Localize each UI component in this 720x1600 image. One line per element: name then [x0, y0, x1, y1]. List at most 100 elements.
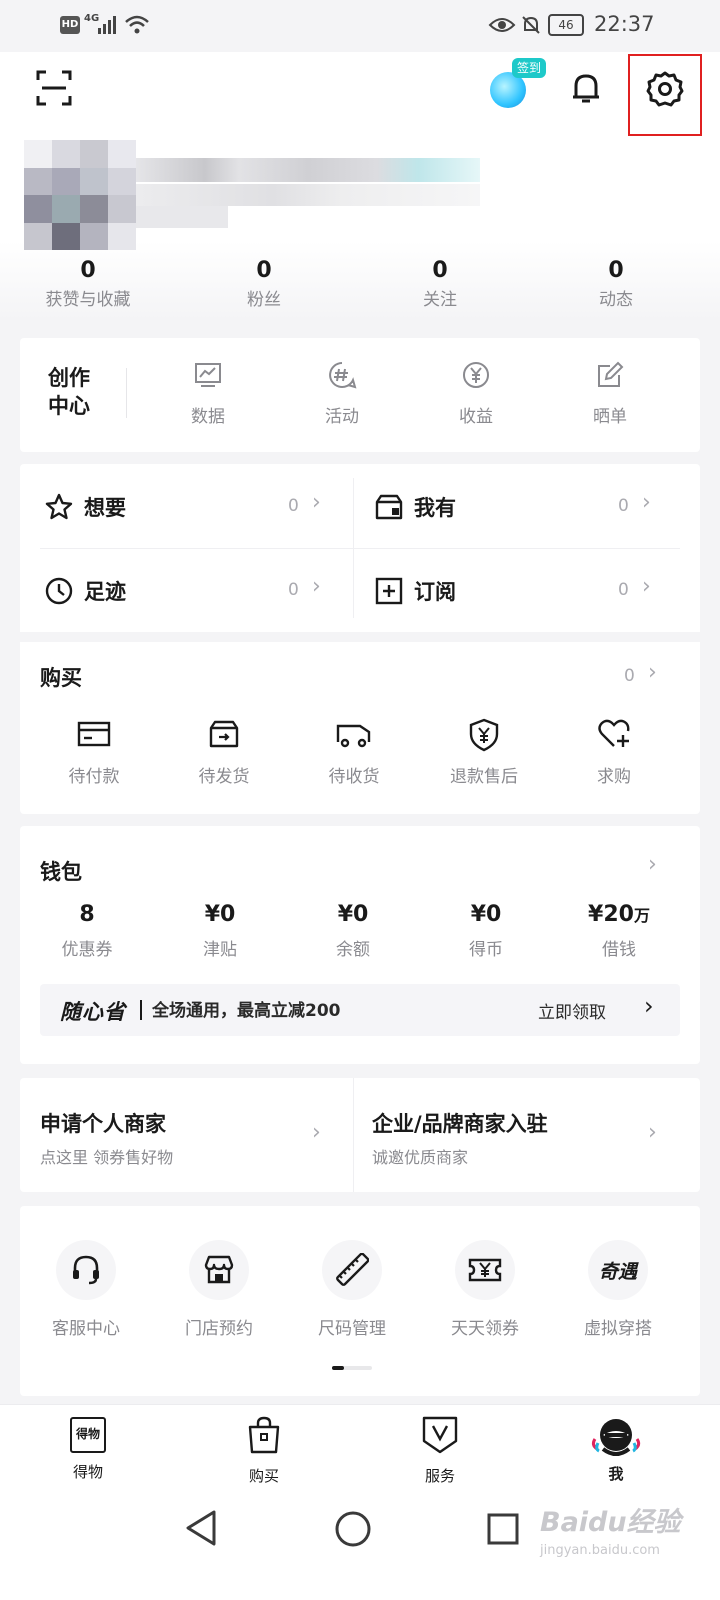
row-divider [40, 548, 680, 549]
purchase-item-to-receive[interactable]: 待收货 [304, 718, 404, 787]
bell-icon[interactable] [568, 70, 604, 106]
purchase-item-label: 待付款 [68, 767, 120, 787]
wallet-item-balance[interactable]: ¥0 余额 [302, 902, 404, 960]
purchase-item-unpaid[interactable]: 待付款 [44, 718, 144, 787]
collection-label: 我有 [414, 496, 456, 520]
mute-bell-icon [522, 16, 540, 34]
wallet-card: 钱包 › 8 优惠券 ¥0 津贴 ¥0 余额 ¥0 得币 ¥20万 借钱 随心省… [20, 826, 700, 1064]
package-icon [209, 720, 239, 748]
tab-bar: 得物 得物 购买 服务 我 [0, 1404, 720, 1496]
creator-item-activity[interactable]: 活动 [302, 360, 382, 427]
wallet-amount: ¥0 [337, 902, 369, 927]
wallet-item-coupons[interactable]: 8 优惠券 [36, 902, 138, 960]
tab-dewu[interactable]: 得物 得物 [38, 1417, 138, 1482]
stat-posts[interactable]: 0 动态 [556, 258, 676, 310]
watermark: Baidu经验 jingyan.baidu.com [540, 1500, 681, 1558]
plus-square-icon [375, 577, 403, 605]
merchant-enterprise[interactable]: 企业/品牌商家入驻 诚邀优质商家 › [354, 1078, 700, 1192]
username-blurred [136, 158, 480, 182]
purchase-item-label: 待发货 [198, 767, 250, 787]
stat-label: 关注 [423, 290, 457, 310]
recents-icon[interactable] [486, 1512, 520, 1546]
avatar-icon [591, 1419, 641, 1456]
wallet-item-coins[interactable]: ¥0 得币 [435, 902, 537, 960]
service-label: 天天领券 [451, 1319, 519, 1339]
wallet-value: ¥0 [169, 902, 271, 927]
service-size-manage[interactable]: 尺码管理 [300, 1240, 404, 1339]
collection-count: 0 [618, 580, 629, 600]
page-indicator [332, 1366, 372, 1370]
stat-value: 0 [608, 258, 624, 283]
user-id-blurred [136, 184, 480, 206]
service-icon-circle [189, 1240, 249, 1300]
gear-icon[interactable] [646, 70, 684, 108]
back-icon[interactable] [184, 1508, 220, 1548]
clock: 22:37 [594, 12, 655, 36]
divider [126, 368, 127, 418]
checkin-button[interactable]: 签到 [488, 58, 550, 110]
wallet-label: 优惠券 [61, 940, 113, 960]
chart-icon [195, 363, 221, 387]
creator-item-showoff[interactable]: 晒单 [570, 360, 650, 427]
creator-center-title[interactable]: 创作 中心 [48, 364, 90, 420]
wallet-label: 津贴 [203, 940, 237, 960]
truck-icon [336, 724, 371, 748]
purchase-item-refund[interactable]: 退款售后 [434, 718, 534, 787]
chevron-right-icon: › [644, 992, 654, 1020]
tab-me[interactable]: 我 [566, 1415, 666, 1484]
tab-buy[interactable]: 购买 [214, 1415, 314, 1486]
tab-service[interactable]: 服务 [390, 1415, 490, 1486]
scan-icon[interactable] [36, 70, 72, 106]
creator-item-label: 收益 [459, 407, 493, 427]
avatar[interactable] [24, 140, 136, 250]
chevron-right-icon: › [642, 490, 651, 515]
service-store-booking[interactable]: 门店预约 [167, 1240, 271, 1339]
purchase-item-wanted[interactable]: 求购 [564, 718, 664, 787]
service-daily-coupons[interactable]: 天天领券 [433, 1240, 537, 1339]
service-customer-center[interactable]: 客服中心 [34, 1240, 138, 1339]
bag-icon [248, 1416, 280, 1454]
creator-item-label: 活动 [325, 407, 359, 427]
page-indicator-active [332, 1366, 344, 1370]
wallet-header[interactable]: 钱包 › [20, 826, 700, 886]
creator-item-earnings[interactable]: 收益 [436, 360, 516, 427]
stats-row: 0 获赞与收藏 0 粉丝 0 关注 0 动态 [0, 258, 720, 318]
service-v-icon [422, 1416, 458, 1454]
stat-fans[interactable]: 0 粉丝 [204, 258, 324, 310]
wallet-item-loan[interactable]: ¥20万 借钱 [568, 902, 670, 960]
yen-circle-icon [463, 362, 489, 388]
promo-action[interactable]: 立即领取 [538, 998, 606, 1023]
heart-plus-icon [598, 719, 630, 747]
wallet-unit: 万 [633, 906, 650, 925]
wallet-title: 钱包 [40, 860, 82, 884]
stat-likes[interactable]: 0 获赞与收藏 [28, 258, 148, 310]
creator-title-line2: 中心 [48, 394, 90, 418]
merchant-personal[interactable]: 申请个人商家 点这里 领券售好物 › [20, 1078, 352, 1192]
dewu-icon: 得物 [70, 1417, 106, 1453]
box-icon [375, 494, 403, 520]
stat-value: 0 [256, 258, 272, 283]
promo-banner[interactable]: 随心省 全场通用，最高立减200 立即领取 › [40, 984, 680, 1036]
promo-separator [140, 1000, 142, 1020]
services-card: 客服中心 门店预约 尺码管理 天天领券 奇遇 虚拟穿搭 [20, 1206, 700, 1396]
tab-label: 购买 [248, 1467, 279, 1485]
service-label: 尺码管理 [318, 1319, 386, 1339]
wallet-item-allowance[interactable]: ¥0 津贴 [169, 902, 271, 960]
purchase-item-label: 退款售后 [450, 767, 518, 787]
collection-subscribe[interactable]: 订阅 0 › [354, 550, 700, 634]
collection-have[interactable]: 我有 0 › [354, 464, 700, 548]
watermark-text: Baidu经验 [540, 1507, 681, 1538]
eye-icon [488, 18, 516, 32]
system-nav-bar: Baidu经验 jingyan.baidu.com [0, 1496, 720, 1600]
creator-item-data[interactable]: 数据 [168, 360, 248, 427]
purchase-count: 0 [624, 666, 635, 686]
collection-history[interactable]: 足迹 0 › [20, 550, 352, 634]
service-virtual-outfit[interactable]: 奇遇 虚拟穿搭 [566, 1240, 670, 1339]
home-icon[interactable] [334, 1510, 372, 1548]
purchase-header[interactable]: 购买 0 › [20, 654, 700, 694]
purchase-item-to-ship[interactable]: 待发货 [174, 718, 274, 787]
bio-blurred [136, 206, 228, 228]
collections-purchase-card: 想要 0 › 我有 0 › 足迹 0 › 订阅 0 › 购买 0 › 待付款 待… [20, 464, 700, 814]
stat-following[interactable]: 0 关注 [380, 258, 500, 310]
collection-want[interactable]: 想要 0 › [20, 464, 352, 548]
